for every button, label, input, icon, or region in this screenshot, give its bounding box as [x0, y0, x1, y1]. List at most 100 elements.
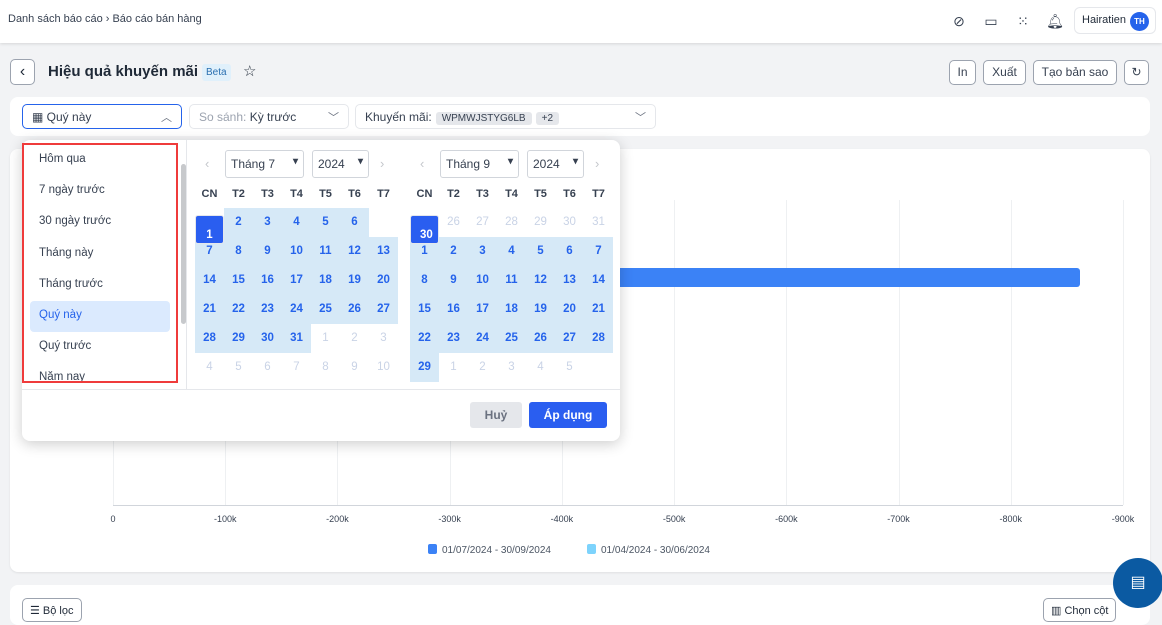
- day-cell[interactable]: 24: [468, 324, 497, 353]
- day-cell[interactable]: 27: [369, 295, 398, 324]
- print-button[interactable]: In: [949, 60, 976, 85]
- day-cell[interactable]: 23: [253, 295, 282, 324]
- day-cell[interactable]: 8: [224, 237, 253, 266]
- day-cell[interactable]: 22: [410, 324, 439, 353]
- day-cell[interactable]: 6: [253, 353, 282, 382]
- day-cell[interactable]: 4: [497, 237, 526, 266]
- day-cell[interactable]: 4: [282, 208, 311, 237]
- back-button[interactable]: ‹: [10, 59, 35, 85]
- day-cell[interactable]: 31: [282, 324, 311, 353]
- day-cell[interactable]: 6: [555, 237, 584, 266]
- day-cell[interactable]: 29: [410, 353, 439, 382]
- day-cell[interactable]: 27: [468, 208, 497, 237]
- day-cell[interactable]: 28: [195, 324, 224, 353]
- promotion-select[interactable]: Khuyến mãi: WPMWJSTYG6LB +2 ﹀: [355, 104, 656, 129]
- refresh-icon[interactable]: ↻: [1124, 60, 1149, 85]
- day-cell[interactable]: 9: [253, 237, 282, 266]
- day-cell[interactable]: 30: [253, 324, 282, 353]
- day-cell[interactable]: 18: [311, 266, 340, 295]
- day-cell[interactable]: 2: [439, 237, 468, 266]
- day-cell[interactable]: 20: [555, 295, 584, 324]
- apps-grid-icon[interactable]: ⁙: [1014, 12, 1032, 30]
- legend-item-previous[interactable]: 01/04/2024 - 30/06/2024: [587, 544, 710, 556]
- preset-item[interactable]: 7 ngày trước: [24, 176, 176, 207]
- year-select[interactable]: 2024 ▾: [527, 150, 584, 178]
- feedback-icon[interactable]: ▭: [982, 12, 1000, 30]
- day-cell[interactable]: 26: [340, 295, 369, 324]
- apply-button[interactable]: Áp dụng: [529, 402, 607, 428]
- day-cell[interactable]: 13: [369, 237, 398, 266]
- cancel-button[interactable]: Huỷ: [470, 402, 522, 428]
- day-cell[interactable]: 30: [555, 208, 584, 237]
- day-cell[interactable]: 10: [369, 353, 398, 382]
- day-cell[interactable]: 3: [468, 237, 497, 266]
- day-cell[interactable]: 5: [311, 208, 340, 237]
- day-cell[interactable]: 2: [340, 324, 369, 353]
- day-cell[interactable]: 11: [311, 237, 340, 266]
- next-month-icon[interactable]: ›: [380, 156, 384, 171]
- day-cell[interactable]: 3: [497, 353, 526, 382]
- year-select[interactable]: 2024 ▾: [312, 150, 369, 178]
- day-cell[interactable]: 29: [224, 324, 253, 353]
- day-cell[interactable]: 17: [282, 266, 311, 295]
- day-cell[interactable]: 4: [526, 353, 555, 382]
- day-cell[interactable]: 9: [439, 266, 468, 295]
- day-cell[interactable]: 22: [224, 295, 253, 324]
- breadcrumb-sales-report[interactable]: Báo cáo bán hàng: [112, 13, 201, 25]
- day-cell[interactable]: 1: [311, 324, 340, 353]
- choose-columns-button[interactable]: ▥ Chọn cột: [1043, 598, 1117, 622]
- day-cell[interactable]: 12: [526, 266, 555, 295]
- day-cell[interactable]: 3: [369, 324, 398, 353]
- day-cell[interactable]: 26: [526, 324, 555, 353]
- day-cell[interactable]: 14: [195, 266, 224, 295]
- day-cell[interactable]: 1: [439, 353, 468, 382]
- chat-button[interactable]: ▤: [1113, 558, 1162, 608]
- day-cell[interactable]: 2: [224, 208, 253, 237]
- day-cell[interactable]: 3: [253, 208, 282, 237]
- day-cell[interactable]: 21: [584, 295, 613, 324]
- day-cell[interactable]: 4: [195, 353, 224, 382]
- day-cell[interactable]: 28: [584, 324, 613, 353]
- day-cell[interactable]: 7: [282, 353, 311, 382]
- day-cell[interactable]: 28: [497, 208, 526, 237]
- preset-item[interactable]: Quý này: [30, 300, 170, 333]
- day-cell[interactable]: 27: [555, 324, 584, 353]
- legend-item-current[interactable]: 01/07/2024 - 30/09/2024: [428, 544, 551, 556]
- day-cell[interactable]: 29: [526, 208, 555, 237]
- day-cell[interactable]: 17: [468, 295, 497, 324]
- day-cell[interactable]: 30: [410, 215, 439, 244]
- day-cell[interactable]: 8: [410, 266, 439, 295]
- day-cell[interactable]: 19: [340, 266, 369, 295]
- day-cell[interactable]: 24: [282, 295, 311, 324]
- day-cell[interactable]: 15: [410, 295, 439, 324]
- day-cell[interactable]: 1: [195, 215, 224, 244]
- day-cell[interactable]: 19: [526, 295, 555, 324]
- day-cell[interactable]: 20: [369, 266, 398, 295]
- day-cell[interactable]: 23: [439, 324, 468, 353]
- day-cell[interactable]: 31: [584, 208, 613, 237]
- next-month-icon[interactable]: ›: [595, 156, 599, 171]
- day-cell[interactable]: 26: [439, 208, 468, 237]
- prev-month-icon[interactable]: ‹: [205, 156, 209, 171]
- day-cell[interactable]: 8: [311, 353, 340, 382]
- day-cell[interactable]: 16: [253, 266, 282, 295]
- day-cell[interactable]: 18: [497, 295, 526, 324]
- breadcrumb-reports-list[interactable]: Danh sách báo cáo: [8, 13, 103, 25]
- preset-item[interactable]: 30 ngày trước: [24, 207, 176, 238]
- day-cell[interactable]: 16: [439, 295, 468, 324]
- preset-item[interactable]: Tháng trước: [24, 270, 176, 301]
- currency-icon[interactable]: ⊘: [950, 12, 968, 30]
- prev-month-icon[interactable]: ‹: [420, 156, 424, 171]
- day-cell[interactable]: 5: [555, 353, 584, 382]
- day-cell[interactable]: 6: [340, 208, 369, 237]
- preset-item[interactable]: Năm nay: [24, 363, 176, 381]
- star-icon[interactable]: ☆: [243, 62, 256, 80]
- day-cell[interactable]: 14: [584, 266, 613, 295]
- day-cell[interactable]: 2: [468, 353, 497, 382]
- compare-select[interactable]: So sánh: Kỳ trước ﹀: [189, 104, 349, 129]
- day-cell[interactable]: 7: [584, 237, 613, 266]
- bell-icon[interactable]: 🔔︎: [1046, 12, 1064, 30]
- export-button[interactable]: Xuất: [983, 60, 1026, 85]
- preset-item[interactable]: Tháng này: [24, 239, 176, 270]
- day-cell[interactable]: 21: [195, 295, 224, 324]
